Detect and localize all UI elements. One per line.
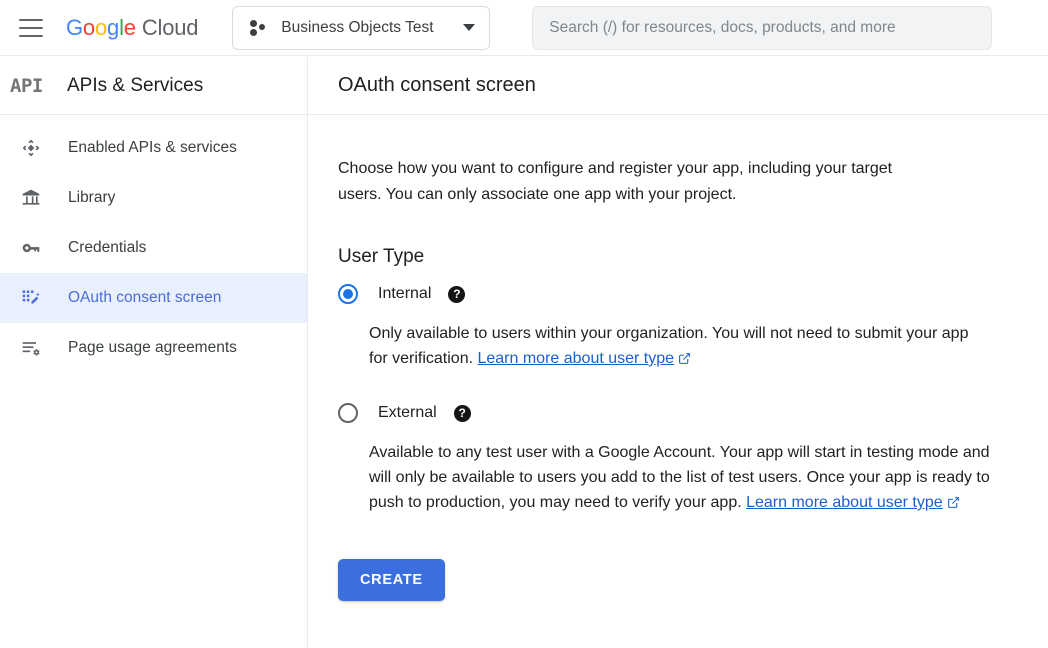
- external-link-icon-internal[interactable]: [678, 348, 691, 373]
- sidebar-item-label: Library: [68, 189, 115, 207]
- learn-more-link-external-label: Learn more about user type: [746, 494, 943, 511]
- user-type-option-external[interactable]: External ?: [338, 400, 1048, 426]
- sidebar-item-label: Enabled APIs & services: [68, 139, 237, 157]
- user-type-heading: User Type: [338, 246, 1048, 268]
- list-gear-icon: [14, 338, 48, 358]
- page-title: OAuth consent screen: [338, 74, 536, 97]
- help-question-icon-external[interactable]: ?: [454, 405, 471, 422]
- sidebar-nav: Enabled APIs & services Library Credenti…: [0, 115, 307, 373]
- intro-text: Choose how you want to configure and reg…: [338, 156, 938, 208]
- project-name: Business Objects Test: [281, 19, 449, 37]
- consent-form-pencil-icon: [14, 288, 48, 308]
- main-content: OAuth consent screen Choose how you want…: [309, 57, 1048, 648]
- logo-letter-o2: o: [95, 15, 107, 40]
- library-columns-icon: [14, 188, 48, 208]
- key-icon: [14, 238, 48, 258]
- external-link-icon-external[interactable]: [947, 492, 960, 517]
- logo-letter-e: e: [124, 15, 136, 40]
- sidebar-item-credentials[interactable]: Credentials: [0, 223, 307, 273]
- sidebar-item-enabled-apis[interactable]: Enabled APIs & services: [0, 123, 307, 173]
- sidebar-item-page-usage-agreements[interactable]: Page usage agreements: [0, 323, 307, 373]
- create-button[interactable]: CREATE: [338, 559, 445, 601]
- sidebar-item-oauth-consent-screen[interactable]: OAuth consent screen: [0, 273, 307, 323]
- external-description: Available to any test user with a Google…: [369, 440, 994, 517]
- sidebar-title: APIs & Services: [67, 75, 203, 97]
- hamburger-line: [19, 27, 43, 29]
- radio-external[interactable]: [338, 403, 358, 423]
- google-cloud-logo[interactable]: GoogleCloud: [66, 17, 198, 39]
- hamburger-line: [19, 19, 43, 21]
- api-logo: API: [9, 75, 55, 97]
- sidebar: API APIs & Services Enabled APIs & servi…: [0, 57, 308, 648]
- logo-letter-g: G: [66, 15, 83, 40]
- sidebar-item-label: Page usage agreements: [68, 339, 237, 357]
- logo-letter-g2: g: [107, 15, 119, 40]
- sidebar-item-label: OAuth consent screen: [68, 289, 221, 307]
- radio-internal[interactable]: [338, 284, 358, 304]
- main-body: Choose how you want to configure and reg…: [309, 115, 1048, 601]
- learn-more-link-internal[interactable]: Learn more about user type: [477, 350, 674, 367]
- api-diamond-icon: [14, 138, 48, 158]
- logo-word-cloud: Cloud: [142, 15, 198, 40]
- search-box[interactable]: [532, 6, 992, 50]
- logo-letter-o1: o: [83, 15, 95, 40]
- radio-internal-label[interactable]: Internal: [378, 285, 431, 303]
- sidebar-header: API APIs & Services: [0, 57, 307, 115]
- sidebar-item-label: Credentials: [68, 239, 146, 257]
- radio-external-label[interactable]: External: [378, 404, 437, 422]
- learn-more-link-internal-label: Learn more about user type: [477, 350, 674, 367]
- search-area: [532, 6, 1048, 50]
- project-selector[interactable]: Business Objects Test: [232, 6, 490, 50]
- hamburger-line: [19, 35, 43, 37]
- help-question-icon-internal[interactable]: ?: [448, 286, 465, 303]
- top-bar: GoogleCloud Business Objects Test: [0, 0, 1048, 56]
- search-input[interactable]: [549, 19, 975, 37]
- internal-description: Only available to users within your orga…: [369, 321, 989, 373]
- sidebar-item-library[interactable]: Library: [0, 173, 307, 223]
- chevron-down-icon: [463, 24, 475, 31]
- main-header: OAuth consent screen: [309, 57, 1048, 115]
- learn-more-link-external[interactable]: Learn more about user type: [746, 494, 943, 511]
- hamburger-menu-icon[interactable]: [19, 19, 43, 37]
- project-dots-icon: [249, 18, 269, 38]
- user-type-option-internal[interactable]: Internal ?: [338, 281, 1048, 307]
